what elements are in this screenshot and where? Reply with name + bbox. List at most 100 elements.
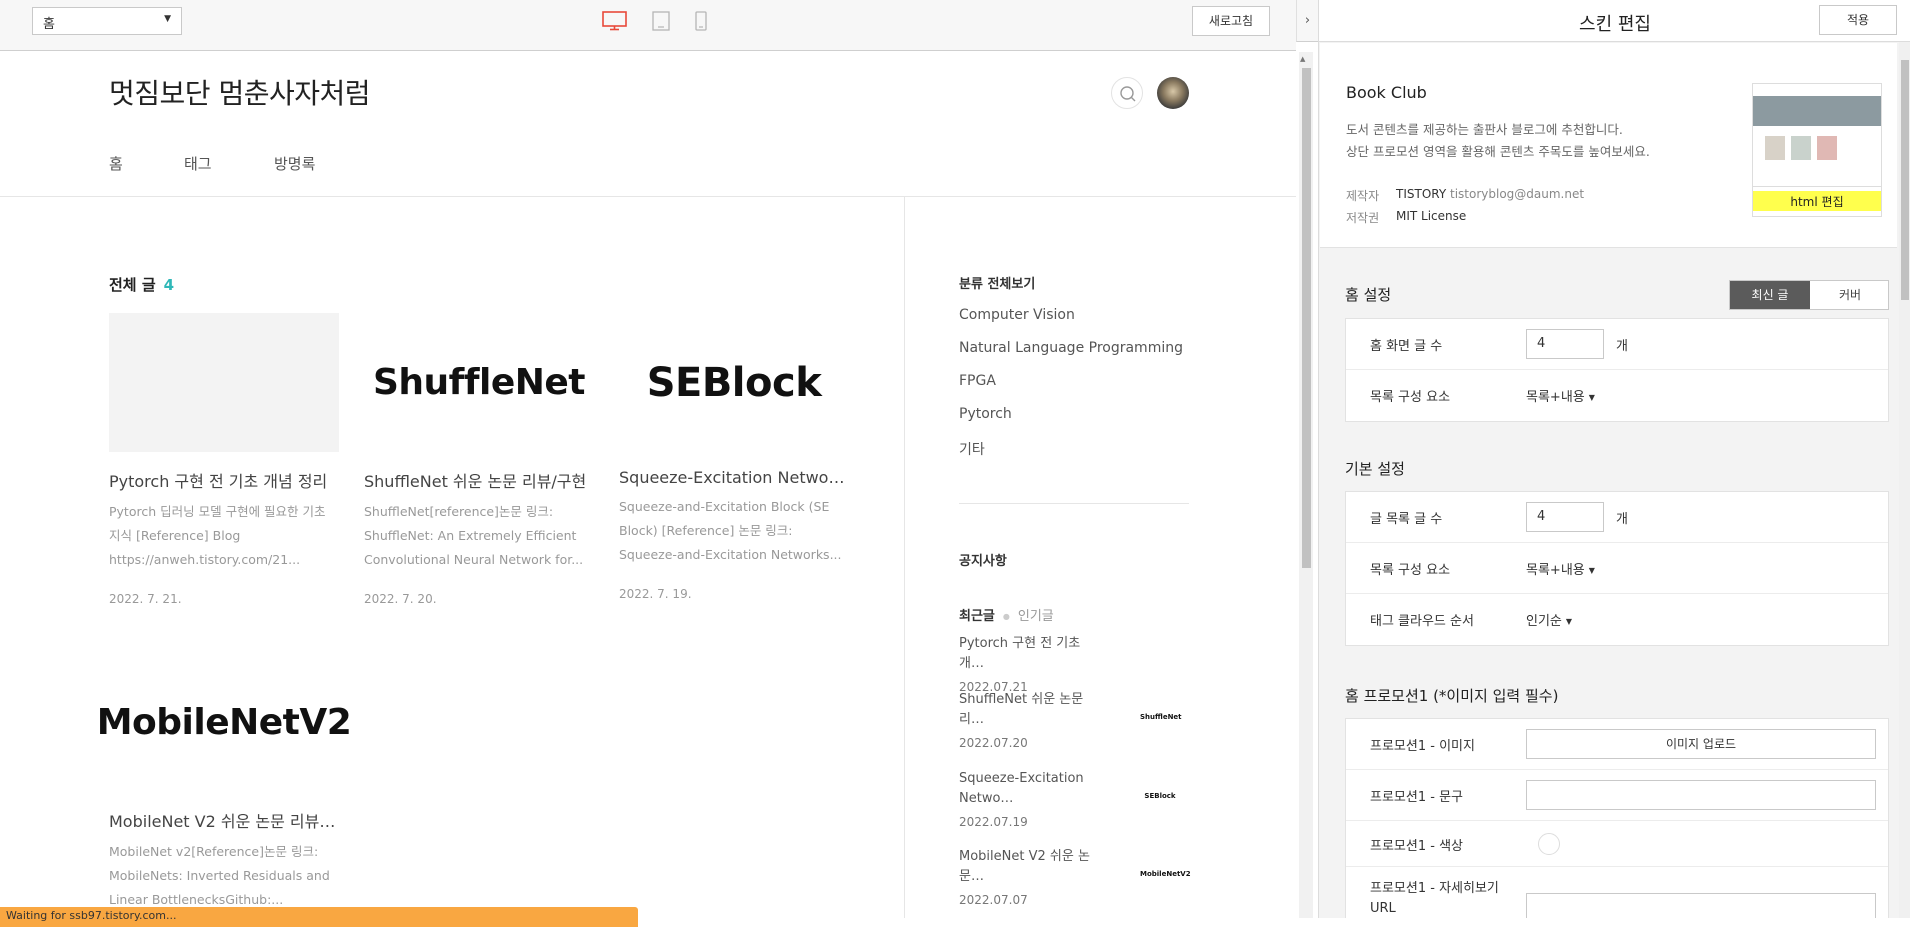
category-item[interactable]: Computer Vision bbox=[959, 307, 1075, 323]
form-row: 프로모션1 - 문구 bbox=[1346, 770, 1888, 821]
tab-recent[interactable]: 최근글 bbox=[959, 609, 995, 624]
refresh-button[interactable]: 새로고침 bbox=[1192, 6, 1270, 36]
tab-popular[interactable]: 인기글 bbox=[1018, 609, 1054, 624]
post-title[interactable]: Pytorch 구현 전 기초 개념 정리 bbox=[109, 468, 339, 492]
basic-list-value: 목록+내용 bbox=[1526, 563, 1585, 578]
home-post-count-input[interactable]: 4 bbox=[1526, 329, 1604, 359]
promo-color-label: 프로모션1 - 색상 bbox=[1370, 839, 1463, 854]
home-settings-form: 홈 화면 글 수 4 개 목록 구성 요소 목록+내용 ▼ bbox=[1345, 318, 1889, 422]
list-post-count-input[interactable]: 4 bbox=[1526, 502, 1604, 532]
page-select[interactable]: 홈 ▼ bbox=[32, 7, 182, 35]
home-list-dropdown[interactable]: 목록+내용 ▼ bbox=[1526, 386, 1595, 405]
chevron-down-icon: ▼ bbox=[164, 14, 171, 24]
category-item[interactable]: Natural Language Programming bbox=[959, 340, 1183, 356]
sidebar-divider-line bbox=[959, 503, 1189, 504]
skin-description: 도서 콘텐츠를 제공하는 출판사 블로그에 추천합니다. 상단 프로모션 영역을… bbox=[1346, 119, 1650, 163]
panel-scrollbar-thumb[interactable] bbox=[1901, 60, 1909, 300]
preview-scrollbar-thumb[interactable] bbox=[1302, 68, 1311, 568]
form-row: 프로모션1 - 색상 bbox=[1346, 821, 1888, 867]
form-row: 목록 구성 요소 목록+내용 ▼ bbox=[1346, 370, 1888, 421]
tablet-view-icon[interactable] bbox=[652, 11, 670, 35]
post-thumbnail[interactable]: SEBlock bbox=[619, 313, 849, 452]
search-button[interactable] bbox=[1111, 77, 1143, 109]
recent-post-thumbnail[interactable]: SEBlock bbox=[1140, 792, 1180, 800]
tag-order-dropdown[interactable]: 인기순 ▼ bbox=[1526, 610, 1572, 629]
category-item[interactable]: FPGA bbox=[959, 373, 996, 389]
post-thumbnail[interactable]: ShuffleNet bbox=[364, 313, 594, 452]
recent-post-date: 2022.07.20 bbox=[959, 736, 1028, 750]
promo-image-label: 프로모션1 - 이미지 bbox=[1370, 739, 1475, 754]
promo-url-input[interactable] bbox=[1526, 893, 1876, 918]
basic-list-dropdown[interactable]: 목록+내용 ▼ bbox=[1526, 559, 1595, 578]
post-title[interactable]: ShuffleNet 쉬운 논문 리뷰/구현 bbox=[364, 468, 594, 492]
panel-header: 스킨 편집 적용 bbox=[1319, 0, 1910, 42]
home-list-value: 목록+내용 bbox=[1526, 390, 1585, 405]
section-title-text: 전체 글 bbox=[109, 276, 156, 294]
unit-label: 개 bbox=[1616, 339, 1628, 354]
blog-title[interactable]: 멋짐보단 멈춘사자처럼 bbox=[109, 72, 371, 112]
category-head[interactable]: 분류 전체보기 bbox=[959, 273, 1035, 292]
toggle-cover[interactable]: 커버 bbox=[1810, 281, 1890, 309]
post-card[interactable]: ShuffleNet ShuffleNet 쉬운 논문 리뷰/구현 Shuffl… bbox=[364, 313, 594, 606]
sidebar-divider bbox=[904, 197, 905, 918]
nav-home[interactable]: 홈 bbox=[109, 153, 123, 174]
recent-post-title[interactable]: ShuffleNet 쉬운 논문 리… bbox=[959, 690, 1109, 730]
recent-post-thumbnail[interactable]: MobileNetV2 bbox=[1140, 870, 1191, 878]
page-select-value: 홈 bbox=[43, 17, 55, 32]
post-date: 2022. 7. 21. bbox=[109, 592, 182, 606]
post-card[interactable]: Pytorch 구현 전 기초 개념 정리 Pytorch 딥러닝 모델 구현에… bbox=[109, 313, 339, 606]
post-card[interactable]: SEBlock Squeeze-Excitation Network... Sq… bbox=[619, 313, 849, 601]
recent-post-title[interactable]: MobileNet V2 쉬운 논문… bbox=[959, 847, 1109, 887]
toggle-latest[interactable]: 최신 글 bbox=[1730, 281, 1810, 309]
category-item[interactable]: Pytorch bbox=[959, 406, 1012, 422]
category-item[interactable]: 기타 bbox=[959, 439, 985, 459]
tag-order-value: 인기순 bbox=[1526, 614, 1562, 629]
post-title[interactable]: Squeeze-Excitation Network... bbox=[619, 468, 849, 487]
post-title[interactable]: MobileNet V2 쉬운 논문 리뷰/... bbox=[109, 808, 339, 832]
tab-separator-icon: ● bbox=[1002, 612, 1010, 621]
post-card[interactable]: MobileNetV2 MobileNet V2 쉬운 논문 리뷰/... Mo… bbox=[97, 653, 352, 912]
skin-info: Book Club 도서 콘텐츠를 제공하는 출판사 블로그에 추천합니다. 상… bbox=[1320, 43, 1897, 248]
form-row: 태그 클라우드 순서 인기순 ▼ bbox=[1346, 594, 1888, 645]
author-label: 제작자 bbox=[1346, 189, 1380, 203]
promo-text-input[interactable] bbox=[1526, 780, 1876, 810]
nav-guestbook[interactable]: 방명록 bbox=[274, 153, 315, 174]
recent-post-thumbnail[interactable]: ShuffleNet bbox=[1140, 713, 1182, 721]
notice-head[interactable]: 공지사항 bbox=[959, 550, 1007, 569]
recent-post[interactable]: MobileNet V2 쉬운 논문… 2022.07.07 bbox=[959, 847, 1109, 907]
home-list-label: 목록 구성 요소 bbox=[1370, 390, 1451, 405]
desktop-view-icon[interactable] bbox=[602, 11, 627, 35]
section-title: 전체 글 4 bbox=[109, 274, 174, 295]
panel-scrollbar[interactable] bbox=[1899, 42, 1910, 918]
post-thumbnail[interactable] bbox=[109, 313, 339, 452]
scroll-up-icon[interactable]: ▲ bbox=[1300, 55, 1305, 63]
image-upload-button[interactable]: 이미지 업로드 bbox=[1526, 729, 1876, 759]
recent-post[interactable]: Squeeze-Excitation Netwo… 2022.07.19 bbox=[959, 769, 1109, 829]
color-picker[interactable] bbox=[1538, 833, 1560, 855]
basic-settings-title: 기본 설정 bbox=[1345, 460, 1405, 478]
basic-settings-form: 글 목록 글 수 4 개 목록 구성 요소 목록+내용 ▼ 태그 클라우드 순서 … bbox=[1345, 491, 1889, 646]
mobile-view-icon[interactable] bbox=[695, 11, 707, 35]
recent-post-title[interactable]: Squeeze-Excitation Netwo… bbox=[959, 769, 1109, 809]
skin-preview-book bbox=[1791, 136, 1811, 160]
recent-post[interactable]: Pytorch 구현 전 기초 개… 2022.07.21 bbox=[959, 634, 1109, 694]
license-value: MIT License bbox=[1396, 209, 1467, 223]
post-excerpt: Squeeze-and-Excitation Block (SE Block) … bbox=[619, 499, 842, 562]
avatar[interactable] bbox=[1157, 77, 1189, 109]
form-row: 글 목록 글 수 4 개 bbox=[1346, 492, 1888, 543]
recent-post-title[interactable]: Pytorch 구현 전 기초 개… bbox=[959, 634, 1109, 674]
html-edit-button[interactable]: html 편집 bbox=[1753, 186, 1881, 216]
promo-title: 홈 프로모션1 (*이미지 입력 필수) bbox=[1345, 687, 1559, 705]
recent-post[interactable]: ShuffleNet 쉬운 논문 리… 2022.07.20 bbox=[959, 690, 1109, 750]
caret-down-icon: ▼ bbox=[1565, 617, 1573, 626]
nav-tag[interactable]: 태그 bbox=[184, 153, 212, 174]
list-post-count-label: 글 목록 글 수 bbox=[1370, 512, 1443, 527]
recent-post-date: 2022.07.07 bbox=[959, 893, 1028, 907]
post-thumbnail[interactable]: MobileNetV2 bbox=[97, 653, 352, 792]
author-value: TISTORY tistoryblog@daum.net bbox=[1396, 187, 1584, 201]
collapse-panel-icon[interactable]: › bbox=[1296, 0, 1318, 42]
apply-button[interactable]: 적용 bbox=[1819, 5, 1897, 35]
blog-preview: 멋짐보단 멈춘사자처럼 홈 태그 방명록 전체 글 4 Pytorch 구현 전 … bbox=[0, 52, 1296, 918]
header-divider bbox=[0, 196, 1296, 197]
home-settings-title: 홈 설정 bbox=[1345, 286, 1392, 304]
